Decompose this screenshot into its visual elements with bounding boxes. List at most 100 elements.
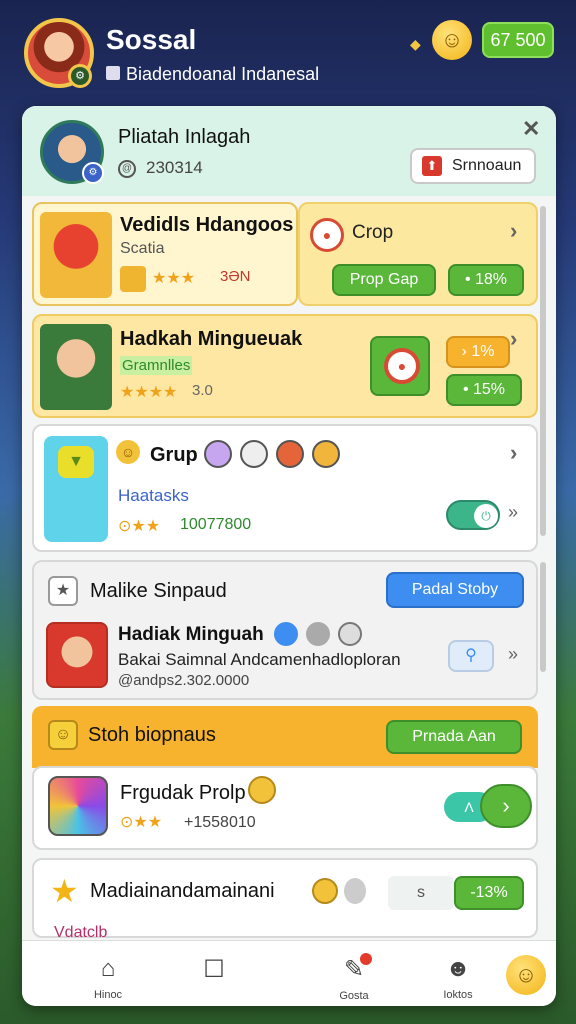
profile-icon: ☻: [445, 955, 471, 982]
more-icon[interactable]: »: [508, 502, 518, 523]
member-icon: [204, 440, 232, 468]
app-subtitle: Biadendoanal Indanesal: [126, 64, 320, 84]
power-icon: ⏻: [474, 504, 498, 528]
group-thumbnail: ▼: [44, 436, 108, 542]
card-header: Malike Sinpaud: [90, 580, 227, 602]
leaf-icon: [344, 878, 366, 904]
bottom-nav: ⌂ Hinoc ☐ ✎ Gosta ☻ Ioktos ☺: [22, 940, 556, 1006]
coin-icon: [120, 266, 146, 292]
card-subtitle: Scatia: [120, 240, 165, 257]
percent-button[interactable]: • 18%: [448, 264, 524, 296]
profile-id: 230314: [146, 158, 203, 177]
more-icon[interactable]: »: [508, 644, 518, 665]
chevron-right-icon[interactable]: ›: [510, 218, 517, 244]
nav-label: Hinoc: [93, 989, 123, 1001]
nav-posts[interactable]: ✎ Gosta: [314, 947, 394, 1003]
emoji-button[interactable]: ☺: [506, 955, 546, 995]
wheel-icon: [48, 776, 108, 836]
card-title: Madiainandamainani: [90, 880, 275, 902]
notification-dot: [360, 953, 372, 965]
rating-stars: ⊙★★: [120, 814, 163, 831]
card-subtitle: Gramnlles: [120, 356, 193, 375]
card-value: 10077800: [180, 516, 252, 533]
friend-description: Bakai Saimnal Andcamenhadloploran: [118, 650, 401, 669]
toggle-switch[interactable]: ⏻: [446, 500, 500, 530]
friend-action-button[interactable]: Padal Stoby: [386, 572, 524, 608]
card-value: 3.0: [192, 382, 213, 399]
crop-card[interactable]: ● Crop › Prop Gap • 18%: [298, 202, 538, 306]
profile-action-label: Srnnoaun: [452, 157, 522, 174]
friend-name: Hadiak Minguah: [118, 624, 264, 645]
crop-icon: ●: [310, 218, 344, 252]
card-title: Grup: [150, 444, 198, 466]
chevron-right-icon[interactable]: ›: [480, 784, 532, 828]
game-thumbnail: [40, 324, 112, 410]
link-icon[interactable]: ⚲: [448, 640, 494, 672]
coin-icon: [248, 776, 276, 804]
game-thumbnail: [40, 212, 112, 298]
settings-icon[interactable]: ⚙: [68, 64, 92, 88]
home-icon: ⌂: [100, 955, 116, 982]
section-header: ☺ Stoh biopnaus Prnada Aan: [32, 706, 538, 768]
shield-icon: ▼: [58, 446, 94, 478]
smiley-icon: ☺: [116, 440, 140, 464]
nav-label: Ioktos: [443, 989, 473, 1001]
chart-icon: ☐: [203, 956, 225, 983]
scrollbar[interactable]: [540, 206, 546, 536]
target-icon: ●: [384, 348, 420, 384]
prop-card[interactable]: Frgudak Prolp ⊙★★ +1558010 Λ ›: [32, 766, 538, 850]
id-icon: @: [118, 160, 136, 178]
main-panel: ⚙ Pliatah Inlagah @ 230314 ✕ ⬆ Srnnoaun …: [22, 106, 556, 1006]
list-item[interactable]: ★ Madiainandamainani s -13% Vdatclb: [32, 858, 538, 941]
rating-stars: ★★★★: [120, 384, 178, 401]
chevron-right-icon[interactable]: ›: [510, 326, 517, 352]
prop-gap-button[interactable]: Prop Gap: [332, 264, 436, 296]
game-card-2[interactable]: Hadkah Minguеuak Gramnlles ★★★★ 3.0 ● › …: [32, 314, 538, 418]
coin-balance[interactable]: 67 500: [482, 22, 554, 58]
smiley-icon[interactable]: ☺: [432, 20, 472, 60]
section-title: Stoh biopnaus: [88, 724, 216, 746]
nav-profile[interactable]: ☻ Ioktos: [418, 947, 498, 1003]
tag-icon: [106, 66, 120, 80]
rating-stars: ⊙★★: [118, 518, 161, 535]
card-subtitle: Haatasks: [118, 486, 189, 505]
profile-name: Pliatah Inlagah: [118, 126, 251, 148]
section-button[interactable]: Prnada Aan: [386, 720, 522, 754]
chevron-right-icon[interactable]: ›: [510, 440, 517, 466]
member-icon: [312, 440, 340, 468]
nav-label: Gosta: [339, 990, 369, 1002]
game-card-1[interactable]: Vedidls Hdangoos Scatia ★★★ 3ƏN: [32, 202, 298, 306]
percent-button[interactable]: -13%: [454, 876, 524, 910]
card-value: +1558010: [184, 814, 256, 831]
coin-icon: [312, 878, 338, 904]
profile-action-button[interactable]: ⬆ Srnnoaun: [410, 148, 536, 184]
rating-stars: ★★★: [152, 270, 196, 287]
gem-icon: ◆: [410, 36, 421, 52]
profile-header: ⚙ Pliatah Inlagah @ 230314 ✕ ⬆ Srnnoaun: [22, 106, 556, 196]
target-button[interactable]: ●: [370, 336, 430, 396]
badge-icon: [274, 622, 298, 646]
friend-id: @andps2.302.0000: [118, 672, 250, 689]
card-title: Vedidls Hdangoos: [120, 214, 294, 236]
percent-button[interactable]: • 15%: [446, 374, 522, 406]
smiley-icon: ☺: [48, 720, 78, 750]
card-title: Frgudak Prolp: [120, 782, 246, 804]
top-bar: ⚙ Sossal Biadendoanal Indanesal ◆ ☺ 67 5…: [0, 0, 576, 100]
percent-badge[interactable]: › 1%: [446, 336, 510, 368]
verified-icon: ⚙: [82, 162, 104, 184]
nav-chart[interactable]: ☐: [174, 947, 254, 1003]
edit-icon: ✎: [343, 956, 365, 983]
close-icon[interactable]: ✕: [522, 116, 540, 142]
app-title: Sossal: [106, 24, 197, 55]
badge-icon: [306, 622, 330, 646]
friend-card[interactable]: ★ Malike Sinpaud Padal Stoby Hadiak Ming…: [32, 560, 538, 700]
group-card[interactable]: ▼ ☺ Grup › Haatasks ⊙★★ 10077800 ⏻ »: [32, 424, 538, 552]
nav-home[interactable]: ⌂ Hinoc: [68, 947, 148, 1003]
upload-icon: ⬆: [422, 156, 442, 176]
scrollbar[interactable]: [540, 562, 546, 672]
card-title: Crop: [352, 222, 394, 243]
amount-pill: s: [388, 876, 454, 910]
star-icon: ★: [48, 576, 78, 606]
member-icon: [240, 440, 268, 468]
card-value: 3ƏN: [220, 268, 251, 285]
